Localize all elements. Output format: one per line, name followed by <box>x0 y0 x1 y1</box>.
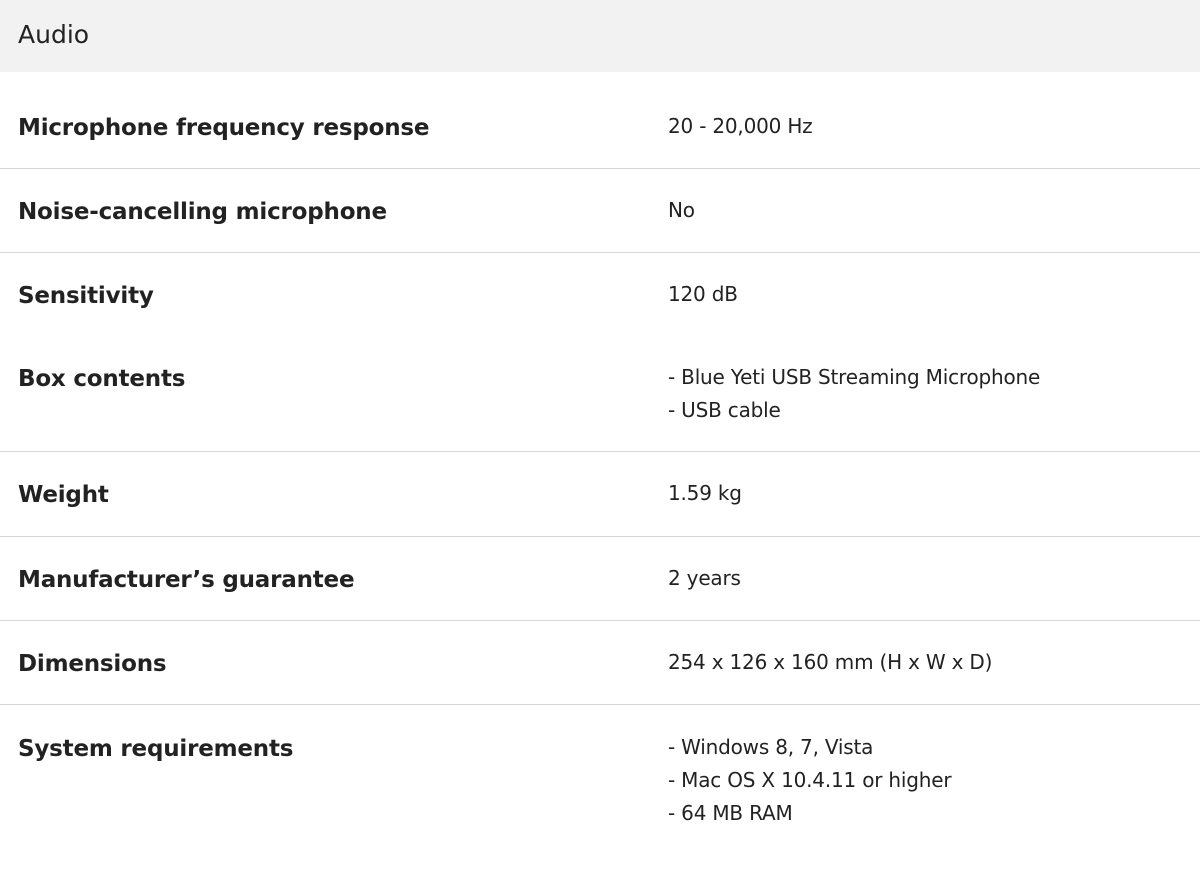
spec-label-weight: Weight <box>18 482 109 508</box>
row-divider <box>0 451 1200 452</box>
spec-value-system-requirements: - Windows 8, 7, Vista - Mac OS X 10.4.11… <box>668 735 952 825</box>
spec-label-dimensions: Dimensions <box>18 651 167 677</box>
spec-value-box-contents: - Blue Yeti USB Streaming Microphone - U… <box>668 365 1041 422</box>
section-header: Audio <box>0 0 1200 72</box>
spec-value-dimensions: 254 x 126 x 160 mm (H x W x D) <box>668 650 993 674</box>
spec-value-weight: 1.59 kg <box>668 481 742 505</box>
row-divider <box>0 168 1200 169</box>
spec-label-microphone-frequency-response: Microphone frequency response <box>18 115 430 141</box>
spec-label-box-contents: Box contents <box>18 366 186 392</box>
row-divider <box>0 704 1200 705</box>
spec-value-sensitivity: 120 dB <box>668 282 738 306</box>
spec-value-microphone-frequency-response: 20 - 20,000 Hz <box>668 114 813 138</box>
row-divider <box>0 620 1200 621</box>
section-title: Audio <box>18 20 90 49</box>
row-divider <box>0 252 1200 253</box>
spec-label-manufacturers-guarantee: Manufacturer’s guarantee <box>18 567 355 593</box>
spec-value-noise-cancelling-microphone: No <box>668 198 695 222</box>
row-divider <box>0 536 1200 537</box>
spec-label-sensitivity: Sensitivity <box>18 283 154 309</box>
spec-label-noise-cancelling-microphone: Noise-cancelling microphone <box>18 199 387 225</box>
spec-label-system-requirements: System requirements <box>18 736 294 762</box>
spec-value-manufacturers-guarantee: 2 years <box>668 566 741 590</box>
